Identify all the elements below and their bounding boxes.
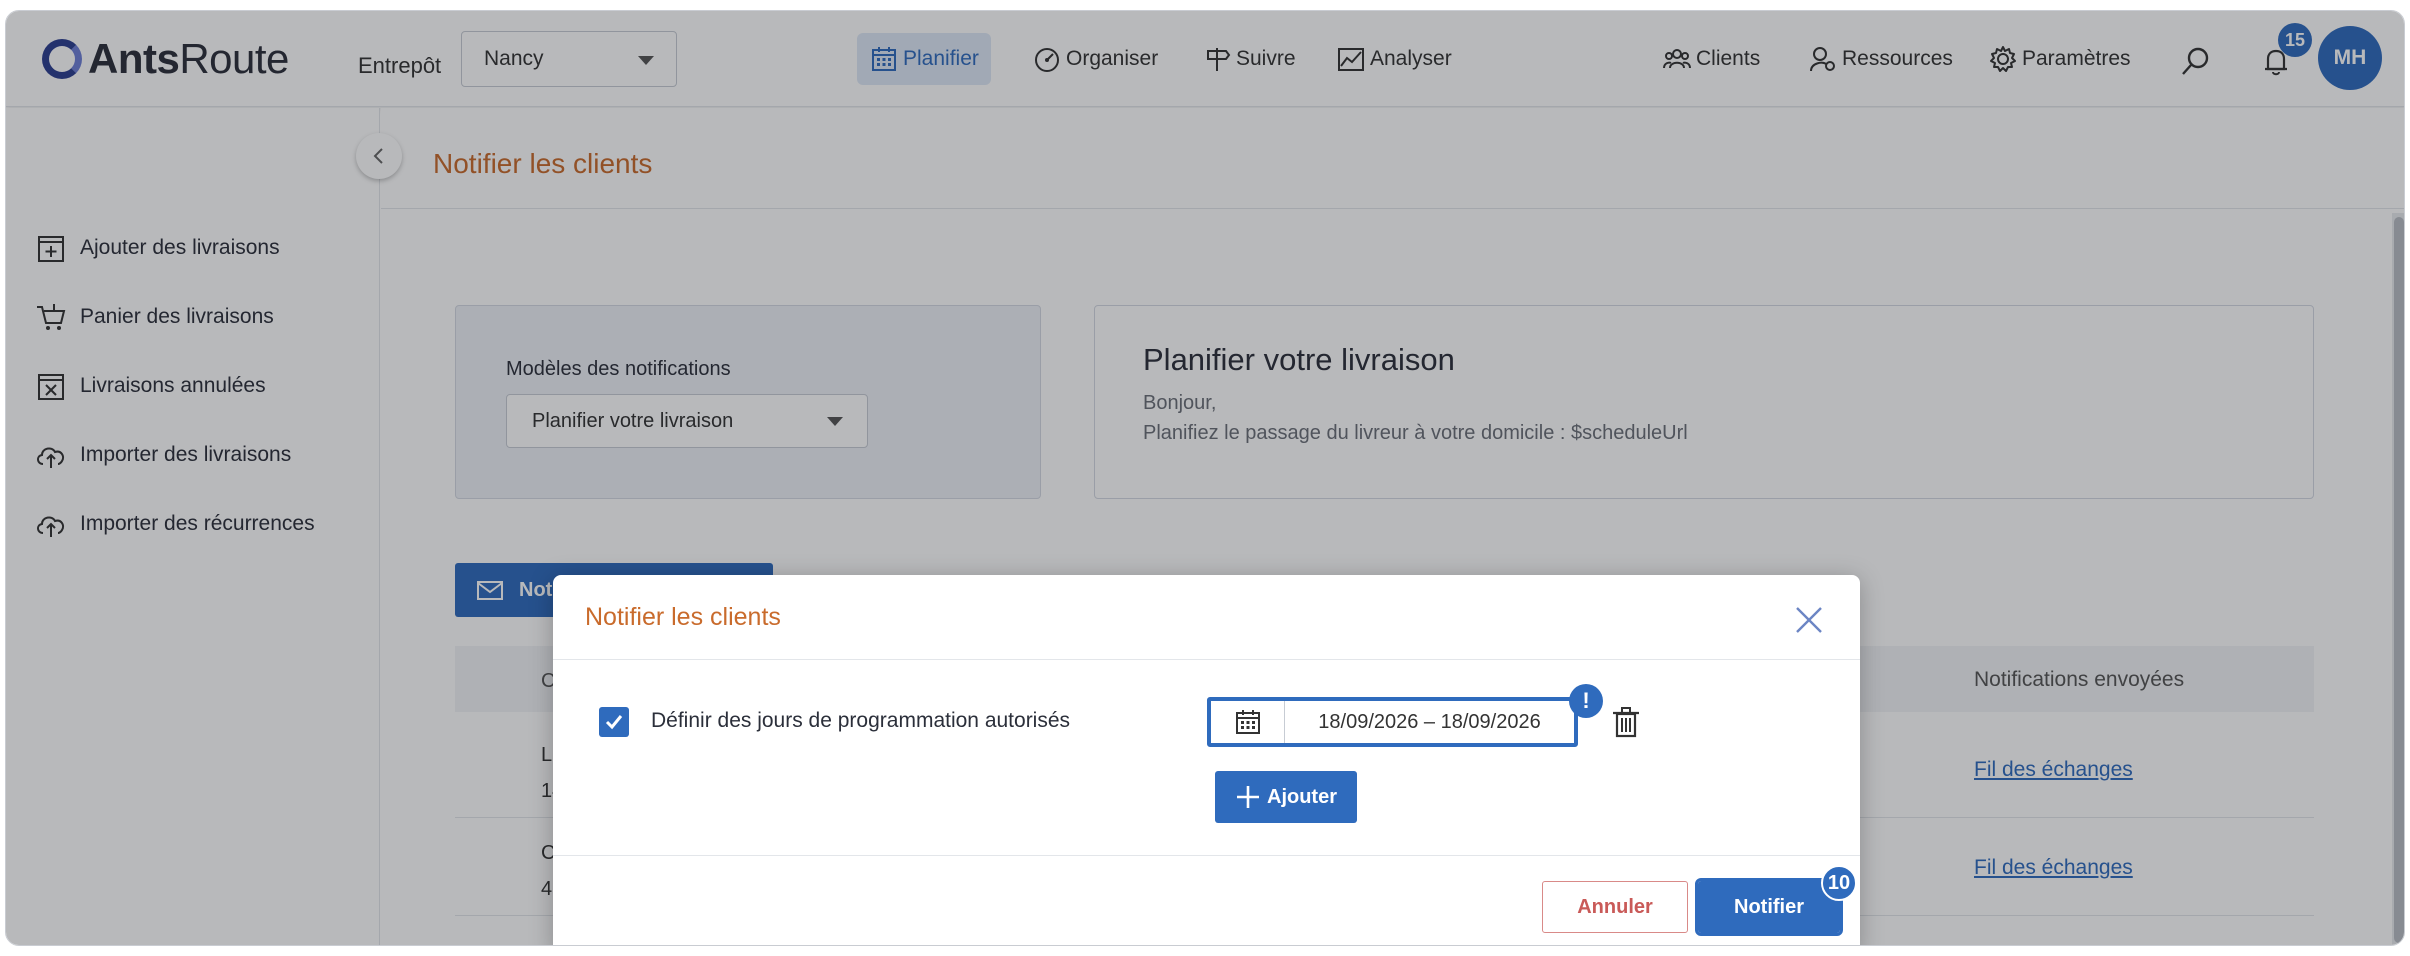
calendar-icon	[1235, 710, 1260, 734]
allowed-days-checkbox[interactable]	[599, 707, 629, 737]
date-range-field[interactable]: 18/09/2026 – 18/09/2026	[1207, 697, 1578, 747]
notify-button[interactable]: Notifier	[1695, 878, 1843, 936]
close-icon[interactable]	[1792, 603, 1826, 637]
cancel-button[interactable]: Annuler	[1542, 881, 1688, 933]
checkmark-icon	[605, 715, 623, 730]
allowed-days-label: Définir des jours de programmation autor…	[651, 709, 1071, 732]
modal-title: Notifier les clients	[585, 603, 781, 631]
alert-badge: !	[1569, 684, 1603, 718]
date-picker-toggle[interactable]	[1211, 701, 1285, 743]
date-range-value: 18/09/2026 – 18/09/2026	[1318, 710, 1541, 733]
step-badge: 10	[1821, 865, 1857, 901]
divider	[553, 659, 1860, 660]
app-window: AntsRoute Entrepôt Nancy Planifier Organ…	[5, 10, 2405, 946]
notify-clients-modal: Notifier les clients Définir des jours d…	[553, 575, 1860, 945]
add-date-range-button[interactable]: Ajouter	[1215, 771, 1357, 823]
plus-icon	[1237, 786, 1259, 808]
trash-icon[interactable]	[1611, 705, 1641, 739]
divider	[553, 855, 1860, 856]
